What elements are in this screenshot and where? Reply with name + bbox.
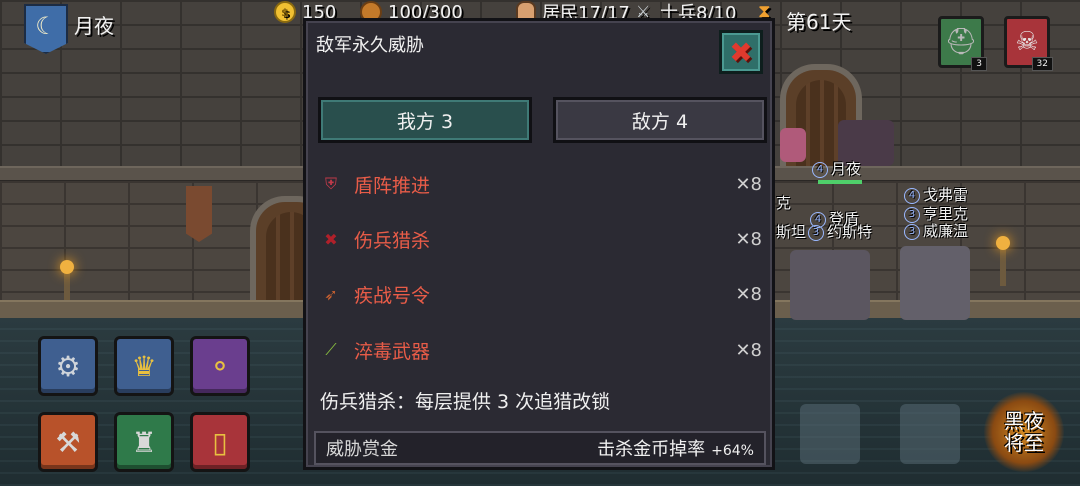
- bounty-stat: 击杀金币掉率 +64%: [597, 435, 754, 461]
- threat-count: ✕8: [735, 339, 762, 361]
- tab-ally[interactable]: 我方 3: [318, 97, 532, 143]
- cards-button[interactable]: ▯: [190, 412, 250, 472]
- unit-label-godfrey: 4 戈弗雷: [904, 184, 968, 205]
- enemy-knights-sprite[interactable]: [900, 246, 970, 320]
- tab-enemy[interactable]: 敌方 4: [553, 97, 767, 143]
- gear-icon: ⚙: [55, 349, 81, 383]
- threat-row-war-horn[interactable]: ➶ 疾战号令 ✕8: [320, 277, 770, 311]
- unit-label-partial-ke: 克: [776, 194, 792, 212]
- tower-icon: ♜: [131, 425, 157, 459]
- threat-row-poison-weapon[interactable]: ⟋ 淬毒武器 ✕8: [320, 333, 770, 367]
- villager-sprite[interactable]: [780, 128, 806, 162]
- skill-tree-button[interactable]: ⚬: [190, 336, 250, 396]
- day-counter: 第61天: [786, 10, 852, 34]
- wall-torch: [996, 236, 1010, 286]
- threat-description: 伤兵猎杀：每层提供 3 次追猎改锁: [320, 391, 611, 413]
- bounty-stat-label: 击杀金币掉率: [597, 439, 706, 460]
- crown-button[interactable]: ♛: [114, 336, 174, 396]
- threat-count: ✕8: [735, 173, 762, 195]
- helmet-button[interactable]: ⛑ 3: [938, 16, 987, 71]
- bounty-label: 威胁赏金: [326, 439, 398, 460]
- modal-title: 敌军永久威胁: [316, 35, 424, 56]
- unit-label-yost: 3 约斯特: [808, 221, 872, 242]
- bounty-stat-value: +64%: [711, 443, 754, 459]
- threat-modal: 敌军永久威胁 ✖ 我方 3 敌方 4 ⛨ 盾阵推进 ✕8 ✖ 伤兵猎杀 ✕8 ➶…: [303, 18, 775, 470]
- threat-name: 淬毒武器: [354, 340, 431, 363]
- cards-icon: ▯: [212, 425, 228, 459]
- threat-name: 伤兵猎杀: [354, 229, 431, 252]
- helmet-count: 3: [971, 57, 987, 71]
- unit-health-bar: [818, 180, 862, 184]
- threat-row-shield-advance[interactable]: ⛨ 盾阵推进 ✕8: [320, 167, 770, 201]
- wall-banner: [186, 186, 212, 242]
- threat-name: 疾战号令: [354, 284, 431, 307]
- unit-label-partial-stan: 斯坦: [776, 223, 807, 241]
- night-coming-line2: 将至: [1004, 431, 1044, 455]
- unit-label-william: 3 威廉温: [904, 220, 968, 241]
- nodes-icon: ⚬: [208, 349, 232, 383]
- anvil-icon: ⚒: [55, 425, 81, 459]
- close-button[interactable]: ✖: [719, 30, 763, 74]
- skull-button[interactable]: ☠ 32: [1004, 16, 1053, 71]
- close-icon: ✖: [729, 35, 753, 69]
- night-coming-line1: 黑夜: [1004, 409, 1044, 433]
- threat-count: ✕8: [735, 283, 762, 305]
- skull-icon: ☠: [1015, 27, 1039, 57]
- unit-reflection-2: [900, 404, 960, 464]
- war-horn-icon: ➶: [324, 284, 338, 304]
- night-coming-button[interactable]: 黑夜 将至: [984, 392, 1064, 472]
- tower-button[interactable]: ♜: [114, 412, 174, 472]
- settings-button[interactable]: ⚙: [38, 336, 98, 396]
- threat-name: 盾阵推进: [354, 174, 431, 197]
- poison-weapon-icon: ⟋: [325, 340, 337, 359]
- unit-label-moonnight: 4 月夜: [812, 158, 861, 179]
- skull-count: 32: [1031, 57, 1053, 71]
- shield-advance-icon: ⛨: [324, 174, 337, 193]
- night-name: 月夜: [74, 14, 114, 38]
- threat-bounty-bar: 威胁赏金 击杀金币掉率 +64%: [314, 431, 766, 465]
- forge-button[interactable]: ⚒: [38, 412, 98, 472]
- blood-hunt-icon: ✖: [324, 229, 338, 249]
- threat-row-blood-hunt[interactable]: ✖ 伤兵猎杀 ✕8: [320, 222, 770, 256]
- ally-soldiers-sprite[interactable]: [790, 250, 870, 320]
- unit-reflection: [800, 404, 860, 464]
- helmet-icon: ⛑: [944, 27, 978, 57]
- coin-icon: $: [274, 1, 296, 23]
- threat-count: ✕8: [735, 228, 762, 250]
- crown-icon: ♛: [131, 349, 157, 383]
